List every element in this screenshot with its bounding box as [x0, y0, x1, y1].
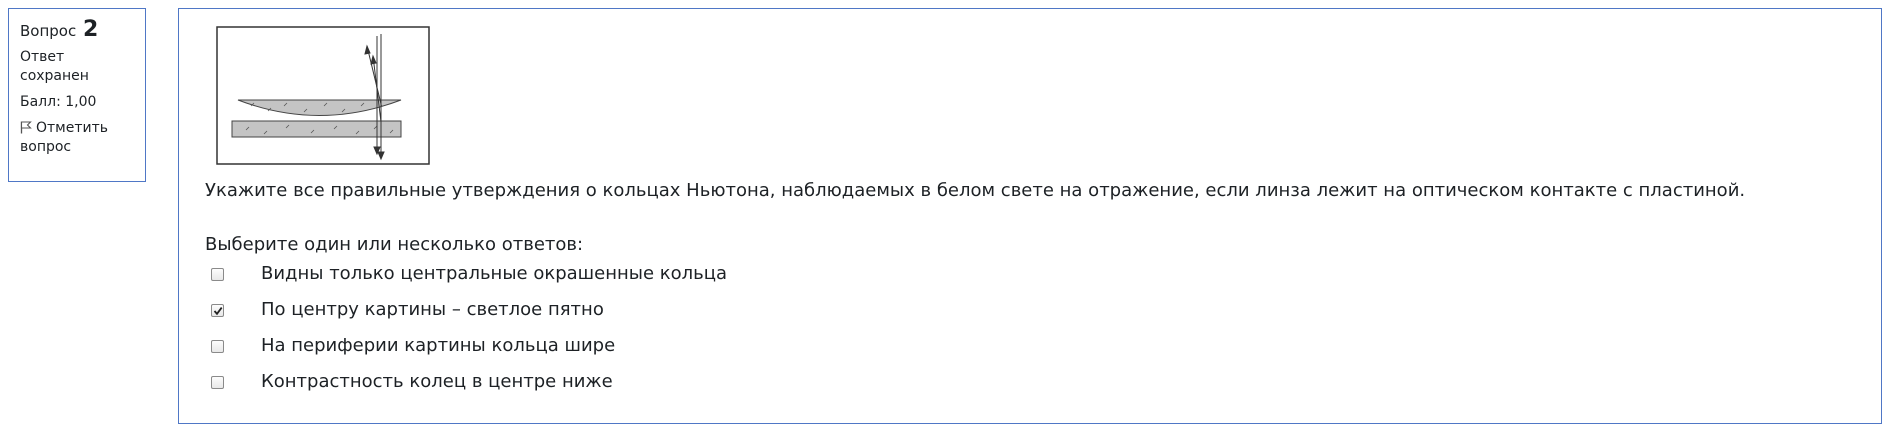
answer-prompt: Выберите один или несколько ответов:	[205, 234, 584, 255]
question-state: Ответ сохранен	[20, 49, 89, 84]
answer-checkbox-3[interactable]	[211, 340, 224, 353]
question-grade: Балл: 1,00	[20, 94, 97, 110]
flag-question-label: Отметить вопрос	[20, 120, 109, 155]
question-label: Вопрос	[20, 22, 77, 40]
answer-label-3[interactable]: На периферии картины кольца шире	[261, 334, 615, 358]
answer-checkbox-1[interactable]	[211, 268, 224, 281]
answer-checkbox-4[interactable]	[211, 376, 224, 389]
question-number: Вопрос 2	[20, 19, 135, 42]
checkmark-icon	[213, 307, 223, 316]
question-content: Укажите все правильные утверждения о кол…	[178, 8, 1882, 424]
answer-label-1[interactable]: Видны только центральные окрашенные коль…	[261, 262, 727, 286]
flag-question-link[interactable]: Отметить вопрос	[20, 119, 135, 157]
question-info-panel: Вопрос 2 Ответ сохранен Балл: 1,00 Отмет…	[8, 8, 146, 182]
newton-rings-diagram	[216, 26, 430, 165]
answer-checkbox-2[interactable]	[211, 304, 224, 317]
question-number-value: 2	[83, 17, 99, 42]
answer-label-4[interactable]: Контрастность колец в центре ниже	[261, 370, 613, 394]
question-text: Укажите все правильные утверждения о кол…	[205, 180, 1746, 201]
flag-icon	[20, 121, 32, 134]
answer-label-2[interactable]: По центру картины – светлое пятно	[261, 298, 604, 322]
